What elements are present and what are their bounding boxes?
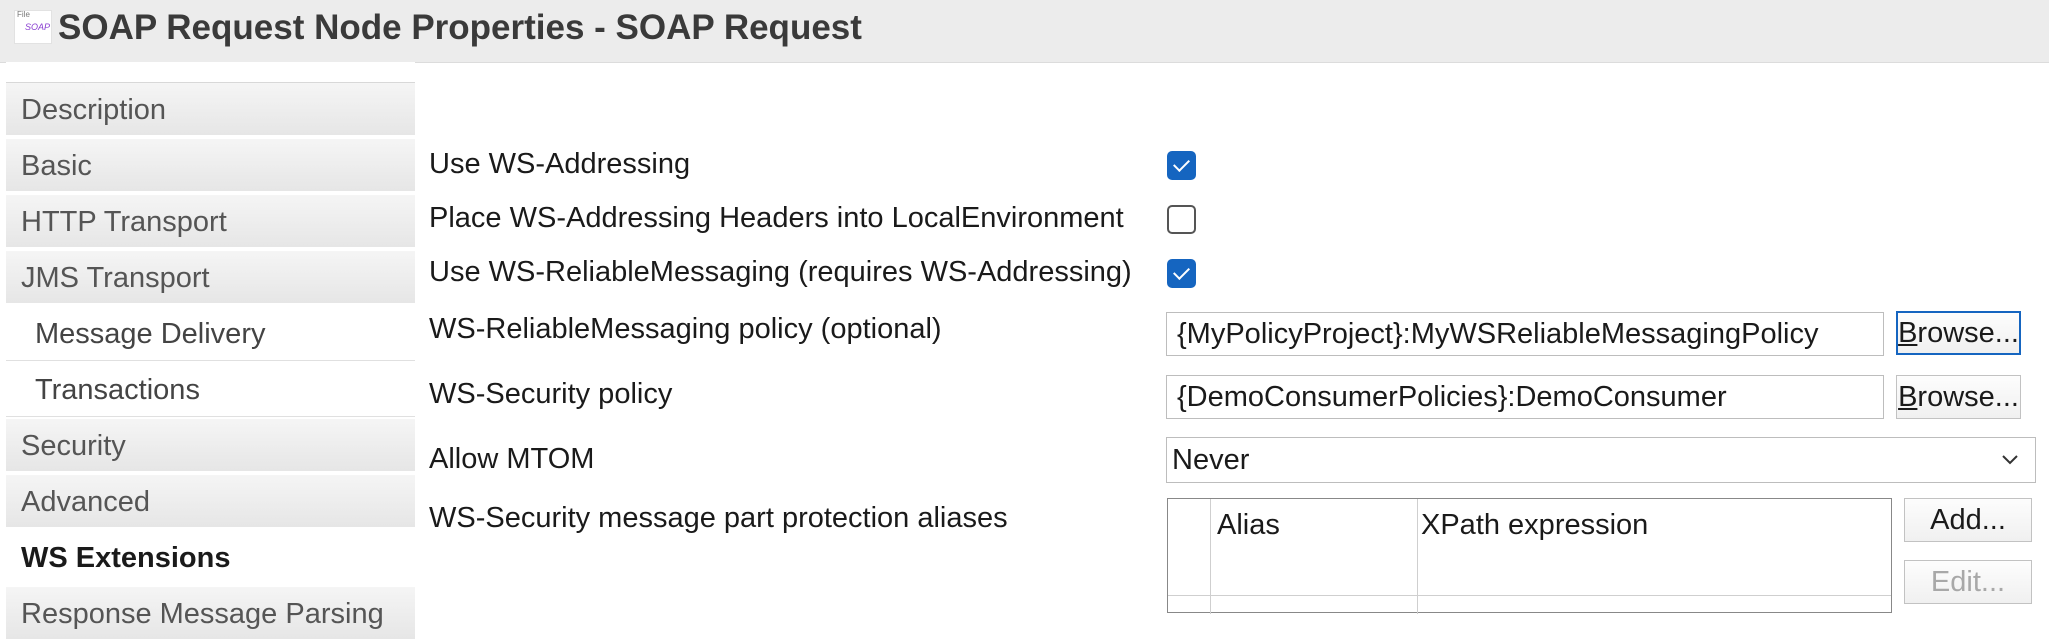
table-header-divider — [1168, 595, 1891, 596]
use-ws-addressing-label: Use WS-Addressing — [429, 148, 691, 180]
browse-label: rowse... — [1917, 381, 2019, 413]
chevron-down-icon — [2002, 455, 2018, 465]
ws-security-policy-label: WS-Security policy — [429, 378, 673, 410]
browse-mnemonic: B — [1898, 381, 1918, 413]
ws-rm-policy-browse-button[interactable]: Browse... — [1896, 311, 2021, 355]
place-headers-checkbox[interactable] — [1167, 205, 1196, 234]
edit-alias-button[interactable]: Edit... — [1904, 560, 2032, 604]
sidebar-item-basic[interactable]: Basic — [6, 139, 415, 193]
ws-security-policy-field[interactable]: {DemoConsumerPolicies}:DemoConsumer — [1166, 375, 1884, 419]
icon-soap-text: SOAP — [25, 22, 51, 32]
title-bar: File SOAP SOAP Request Node Properties -… — [0, 0, 2049, 63]
add-alias-button[interactable]: Add... — [1904, 498, 2032, 542]
allow-mtom-value: Never — [1172, 444, 1250, 476]
browse-label: rowse... — [1917, 317, 2019, 349]
properties-sidebar: Description Basic HTTP Transport JMS Tra… — [6, 62, 415, 641]
sidebar-item-transactions[interactable]: Transactions — [6, 363, 415, 417]
sidebar-item-security[interactable]: Security — [6, 419, 415, 473]
use-ws-rm-label: Use WS-ReliableMessaging (requires WS-Ad… — [429, 256, 1132, 288]
aliases-table[interactable]: Alias XPath expression — [1167, 498, 1892, 614]
sidebar-item-ws-extensions[interactable]: WS Extensions — [6, 531, 415, 585]
allow-mtom-label: Allow MTOM — [429, 443, 595, 475]
aliases-label: WS-Security message part protection alia… — [429, 502, 1008, 534]
sidebar-item-http-transport[interactable]: HTTP Transport — [6, 195, 415, 249]
sidebar-top-spacer — [6, 62, 415, 83]
ws-rm-policy-label: WS-ReliableMessaging policy (optional) — [429, 313, 942, 345]
soap-request-node-icon: File SOAP — [14, 10, 52, 44]
use-ws-rm-checkbox[interactable] — [1167, 259, 1196, 288]
column-header-xpath[interactable]: XPath expression — [1421, 509, 1648, 542]
table-column-divider — [1417, 499, 1418, 614]
use-ws-addressing-checkbox[interactable] — [1167, 151, 1196, 180]
place-headers-label: Place WS-Addressing Headers into LocalEn… — [429, 202, 1124, 234]
sidebar-item-jms-transport[interactable]: JMS Transport — [6, 251, 415, 305]
table-column-divider — [1210, 499, 1211, 614]
sidebar-item-response-message-parsing[interactable]: Response Message Parsing — [6, 587, 415, 641]
sidebar-item-description[interactable]: Description — [6, 83, 415, 137]
allow-mtom-select[interactable]: Never — [1166, 437, 2036, 483]
ws-rm-policy-field[interactable]: {MyPolicyProject}:MyWSReliableMessagingP… — [1166, 312, 1884, 356]
sidebar-item-advanced[interactable]: Advanced — [6, 475, 415, 529]
browse-mnemonic: B — [1898, 317, 1918, 349]
column-header-alias[interactable]: Alias — [1217, 509, 1280, 542]
sidebar-item-message-delivery[interactable]: Message Delivery — [6, 307, 415, 361]
window-title: SOAP Request Node Properties - SOAP Requ… — [58, 8, 862, 47]
icon-small-text: File — [17, 10, 30, 19]
ws-security-policy-browse-button[interactable]: Browse... — [1896, 375, 2021, 419]
